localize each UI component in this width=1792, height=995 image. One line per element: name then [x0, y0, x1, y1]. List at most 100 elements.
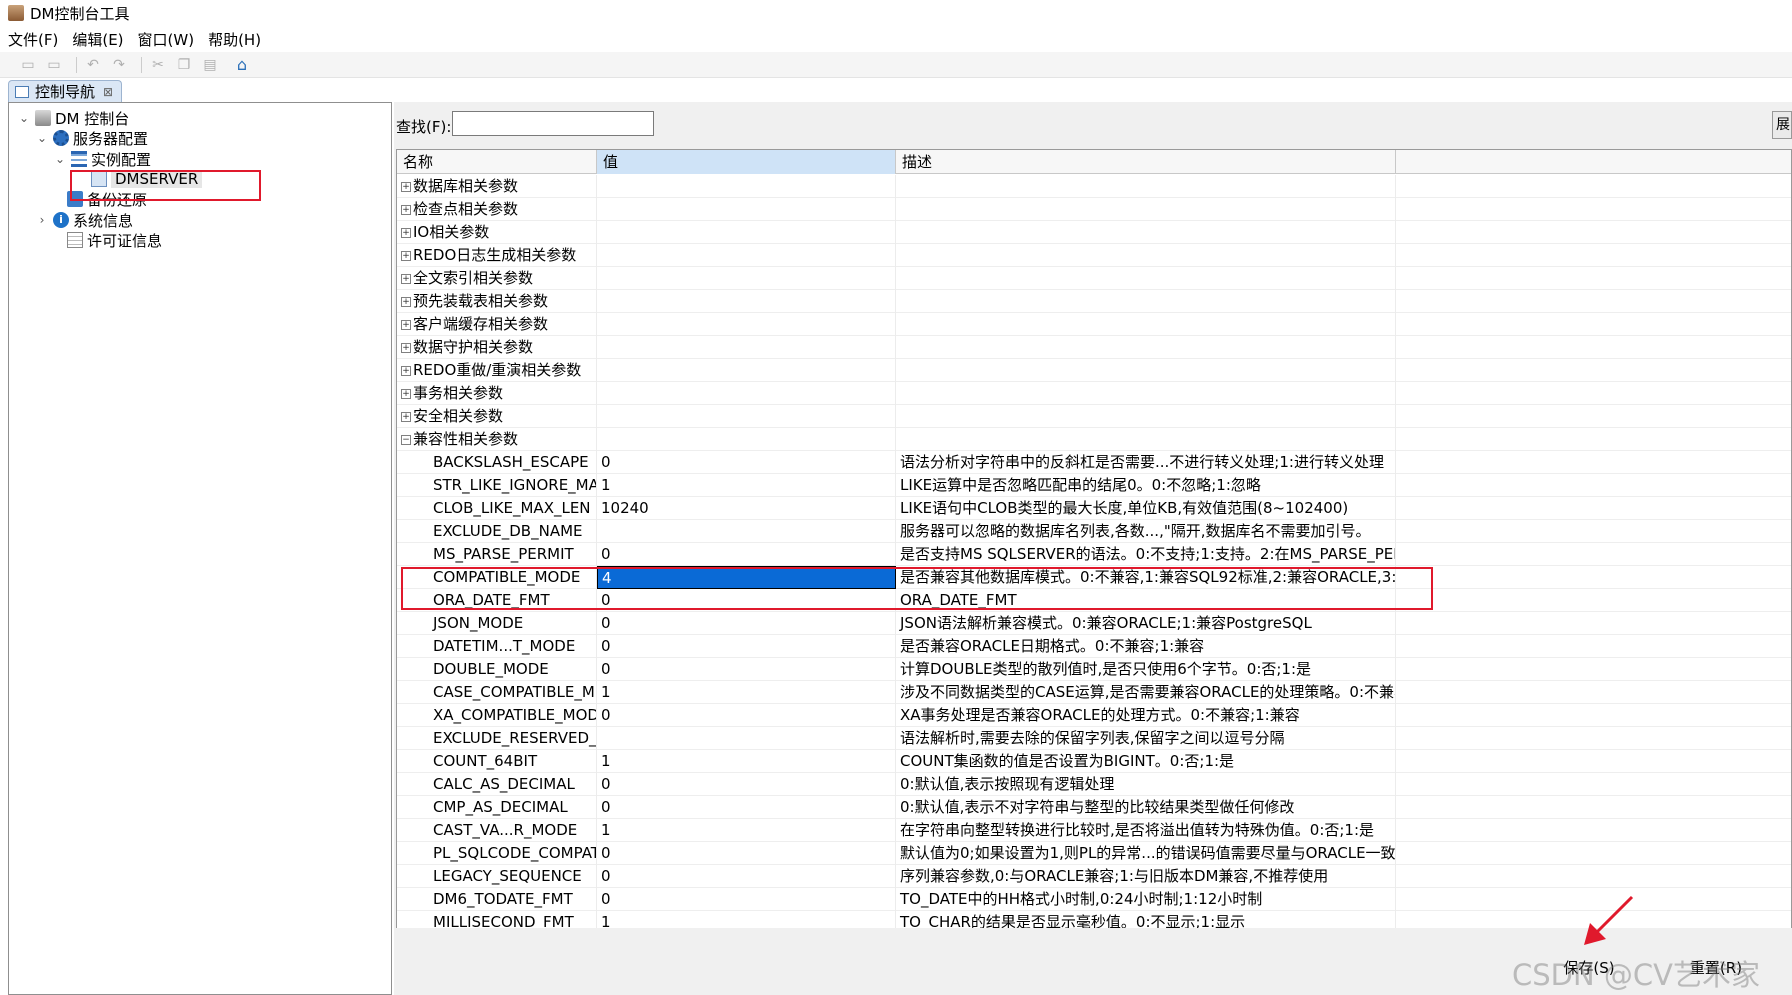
table-row[interactable]: DATETIM...T_MODE 0 是否兼容ORACLE日期格式。0:不兼容;1:… [397, 635, 1791, 658]
param-value-cell[interactable]: 1 [597, 911, 896, 928]
param-value-cell[interactable]: 0 [597, 658, 896, 681]
group-name-cell[interactable]: + 事务相关参数 [397, 382, 597, 405]
home-icon[interactable]: ⌂ [232, 55, 252, 75]
param-value-cell[interactable]: 0 [597, 865, 896, 888]
table-row[interactable]: CMP_AS_DECIMAL 0 0:默认值,表示不对字符串与整型的比较结果类型做任… [397, 796, 1791, 819]
param-value-cell[interactable]: 0 [597, 888, 896, 911]
param-value-cell[interactable]: 0 [597, 796, 896, 819]
reset-button[interactable]: 重置(R) [1666, 953, 1766, 981]
tree-item-server-config[interactable]: ⌄ 服务器配置 [35, 127, 148, 149]
tree-item-license-info[interactable]: 许可证信息 [49, 229, 162, 251]
expand-toggle-icon[interactable]: + [401, 388, 411, 399]
table-row-group[interactable]: + 数据守护相关参数 [397, 336, 1791, 359]
table-row[interactable]: PL_SQLCODE_COMPAT 0 默认值为0;如果设置为1,则PL的异常...… [397, 842, 1791, 865]
group-name-cell[interactable]: + 客户端缓存相关参数 [397, 313, 597, 336]
param-value-cell[interactable] [597, 727, 896, 750]
menu-edit[interactable]: 编辑(E) [72, 29, 123, 50]
table-row-group[interactable]: + REDO重做/重演相关参数 [397, 359, 1791, 382]
expand-toggle-icon[interactable]: + [401, 181, 411, 192]
param-value-cell[interactable]: 0 [597, 635, 896, 658]
table-row[interactable]: XA_COMPATIBLE_MOD 0 XA事务处理是否兼容ORACLE的处理方式。… [397, 704, 1791, 727]
column-header-value[interactable]: 值 [597, 150, 896, 174]
expand-toggle-icon[interactable]: + [401, 411, 411, 422]
group-name-cell[interactable]: + IO相关参数 [397, 221, 597, 244]
table-row-group[interactable]: + 检查点相关参数 [397, 198, 1791, 221]
expand-toggle-icon[interactable]: + [401, 319, 411, 330]
group-name-cell[interactable]: + 数据守护相关参数 [397, 336, 597, 359]
column-header-desc[interactable]: 描述 [896, 150, 1396, 174]
table-row[interactable]: LEGACY_SEQUENCE 0 序列兼容参数,0:与ORACLE兼容;1:与旧版… [397, 865, 1791, 888]
group-name-cell[interactable]: − 兼容性相关参数 [397, 428, 597, 451]
expand-toggle-icon[interactable]: + [401, 342, 411, 353]
param-value-cell[interactable]: 0 [597, 842, 896, 865]
param-value-cell[interactable] [597, 520, 896, 543]
menu-window[interactable]: 窗口(W) [138, 29, 195, 50]
table-row[interactable]: STR_LIKE_IGNORE_MA 1 LIKE运算中是否忽略匹配串的结尾0。0:… [397, 474, 1791, 497]
group-name-cell[interactable]: + 安全相关参数 [397, 405, 597, 428]
param-value-cell[interactable]: 0 [597, 451, 896, 474]
table-row[interactable]: JSON_MODE 0 JSON语法解析兼容模式。0:兼容ORACLE;1:兼容Po… [397, 612, 1791, 635]
param-value-cell[interactable]: 0 [597, 612, 896, 635]
search-input[interactable] [452, 111, 654, 136]
chevron-down-icon[interactable]: ⌄ [35, 131, 49, 145]
table-row[interactable]: MS_PARSE_PERMIT 0 是否支持MS SQLSERVER的语法。0:不支… [397, 543, 1791, 566]
group-name-cell[interactable]: + 预先装载表相关参数 [397, 290, 597, 313]
column-header-name[interactable]: 名称 [397, 150, 597, 174]
chevron-down-icon[interactable]: ⌄ [53, 152, 67, 166]
table-row[interactable]: COUNT_64BIT 1 COUNT集函数的值是否设置为BIGINT。0:否;1:… [397, 750, 1791, 773]
undo-icon[interactable]: ↶ [83, 55, 103, 75]
param-value-cell[interactable]: 1 [597, 819, 896, 842]
tree-item-system-info[interactable]: › i 系统信息 [35, 209, 133, 231]
group-name-cell[interactable]: + 数据库相关参数 [397, 175, 597, 198]
table-row[interactable]: EXCLUDE_RESERVED_W 语法解析时,需要去除的保留字列表,保留字之间… [397, 727, 1791, 750]
group-name-cell[interactable]: + 检查点相关参数 [397, 198, 597, 221]
chevron-down-icon[interactable]: ⌄ [17, 111, 31, 125]
table-row-group[interactable]: + 事务相关参数 [397, 382, 1791, 405]
table-row-group[interactable]: + REDO日志生成相关参数 [397, 244, 1791, 267]
paste-icon[interactable]: ▤ [200, 55, 220, 75]
param-value-cell[interactable]: 1 [597, 681, 896, 704]
chevron-right-icon[interactable]: › [35, 213, 49, 227]
cut-icon[interactable]: ✂ [148, 55, 168, 75]
table-row-group[interactable]: + 安全相关参数 [397, 405, 1791, 428]
expand-toggle-icon[interactable]: + [401, 227, 411, 238]
table-row[interactable]: BACKSLASH_ESCAPE 0 语法分析对字符串中的反斜杠是否需要...不进行… [397, 451, 1791, 474]
table-row-group[interactable]: + IO相关参数 [397, 221, 1791, 244]
param-value-cell[interactable]: 0 [597, 543, 896, 566]
table-row[interactable]: DOUBLE_MODE 0 计算DOUBLE类型的散列值时,是否只使用6个字节。0:… [397, 658, 1791, 681]
table-row-group[interactable]: + 预先装载表相关参数 [397, 290, 1791, 313]
expand-toggle-icon[interactable]: − [401, 434, 411, 445]
copy-icon[interactable]: ❐ [174, 55, 194, 75]
group-name-cell[interactable]: + REDO重做/重演相关参数 [397, 359, 597, 382]
table-row[interactable]: EXCLUDE_DB_NAME 服务器可以忽略的数据库名列表,各数...,"隔开,… [397, 520, 1791, 543]
param-value-cell[interactable]: 0 [597, 704, 896, 727]
menu-help[interactable]: 帮助(H) [208, 29, 261, 50]
expand-toggle-icon[interactable]: + [401, 204, 411, 215]
expand-toggle-icon[interactable]: + [401, 273, 411, 284]
table-row[interactable]: CAST_VA...R_MODE 1 在字符串向整型转换进行比较时,是否将溢出值转为… [397, 819, 1791, 842]
table-row-group[interactable]: + 客户端缓存相关参数 [397, 313, 1791, 336]
param-value-cell[interactable]: 1 [597, 750, 896, 773]
tree-item-instance-config[interactable]: ⌄ 实例配置 [53, 148, 151, 170]
save-icon[interactable]: ▭ [18, 55, 38, 75]
table-row[interactable]: CASE_COMPATIBLE_M 1 涉及不同数据类型的CASE运算,是否需要兼容… [397, 681, 1791, 704]
expand-toggle-icon[interactable]: + [401, 365, 411, 376]
tab-control-navigation[interactable]: 控制导航 ⊠ [8, 80, 123, 102]
table-row-group[interactable]: + 数据库相关参数 [397, 175, 1791, 198]
save-button[interactable]: 保存(S) [1540, 953, 1638, 981]
group-name-cell[interactable]: + 全文索引相关参数 [397, 267, 597, 290]
redo-icon[interactable]: ↷ [109, 55, 129, 75]
close-icon[interactable]: ⊠ [103, 85, 113, 99]
param-value-cell[interactable]: 0 [597, 773, 896, 796]
table-row-group[interactable]: − 兼容性相关参数 [397, 428, 1791, 451]
table-row-group[interactable]: + 全文索引相关参数 [397, 267, 1791, 290]
expand-button[interactable]: 展 [1772, 111, 1792, 139]
table-row[interactable]: CALC_AS_DECIMAL 0 0:默认值,表示按照现有逻辑处理 [397, 773, 1791, 796]
save-all-icon[interactable]: ▭ [44, 55, 64, 75]
tree-item-dm-console[interactable]: ⌄ DM 控制台 [17, 107, 129, 129]
expand-toggle-icon[interactable]: + [401, 250, 411, 261]
param-value-cell[interactable]: 1 [597, 474, 896, 497]
group-name-cell[interactable]: + REDO日志生成相关参数 [397, 244, 597, 267]
expand-toggle-icon[interactable]: + [401, 296, 411, 307]
menu-file[interactable]: 文件(F) [8, 29, 58, 50]
